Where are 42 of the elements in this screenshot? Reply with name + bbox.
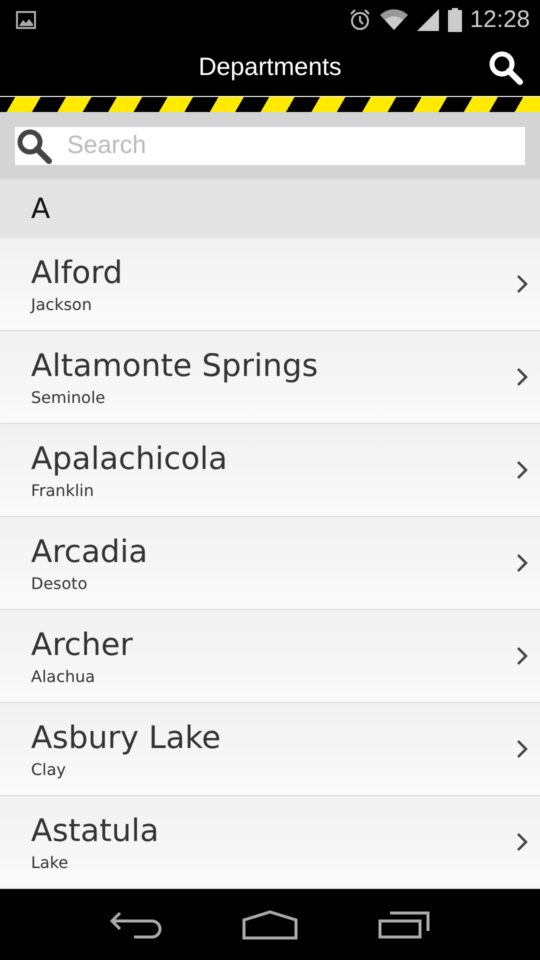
recent-apps-icon[interactable]	[378, 910, 430, 939]
image-icon	[16, 10, 36, 29]
chevron-icon	[516, 739, 528, 760]
wifi-icon	[380, 8, 408, 31]
search-icon[interactable]	[488, 50, 524, 86]
chevron-icon	[516, 274, 528, 294]
list-item[interactable]: Arcadia Desoto	[0, 517, 540, 610]
chevron-icon	[516, 553, 528, 574]
department-name: Alford	[31, 254, 124, 291]
county-name: Clay	[31, 760, 67, 779]
department-name: Archer	[31, 626, 134, 663]
section-letter: A	[31, 192, 50, 226]
chevron-icon	[516, 367, 528, 388]
county-name: Jackson	[31, 294, 93, 314]
battery-icon	[448, 8, 462, 32]
department-name: Arcadia	[31, 534, 149, 570]
list-item[interactable]: Astatula Lake	[0, 796, 540, 890]
department-name: Asbury Lake	[31, 720, 222, 756]
county-name: Desoto	[31, 574, 88, 593]
screen-title: Departments	[198, 53, 342, 82]
status-time: 12:28	[470, 6, 530, 34]
county-name: Franklin	[31, 480, 95, 500]
signal-icon	[416, 8, 440, 32]
chevron-icon	[516, 460, 528, 480]
list-item[interactable]: Archer Alachua	[0, 610, 540, 704]
county-name: Alachua	[31, 666, 96, 686]
department-name: Altamonte Springs	[31, 348, 320, 384]
county-name: Seminole	[31, 388, 106, 407]
department-name: Astatula	[31, 812, 160, 849]
search-icon	[15, 126, 53, 165]
list-item[interactable]: Asbury Lake Clay	[0, 703, 540, 796]
county-name: Lake	[31, 852, 70, 872]
list-item[interactable]: Altamonte Springs Seminole	[0, 331, 540, 424]
home-icon[interactable]	[242, 910, 298, 940]
back-icon[interactable]	[110, 910, 162, 939]
chevron-icon	[516, 832, 528, 852]
alarm-clock-icon	[348, 8, 372, 32]
department-name: Apalachicola	[31, 440, 228, 477]
search-field[interactable]: Search	[15, 126, 525, 165]
chevron-icon	[516, 646, 528, 666]
list-item[interactable]: Apalachicola Franklin	[0, 424, 540, 518]
list-item[interactable]: Alford Jackson	[0, 238, 540, 332]
